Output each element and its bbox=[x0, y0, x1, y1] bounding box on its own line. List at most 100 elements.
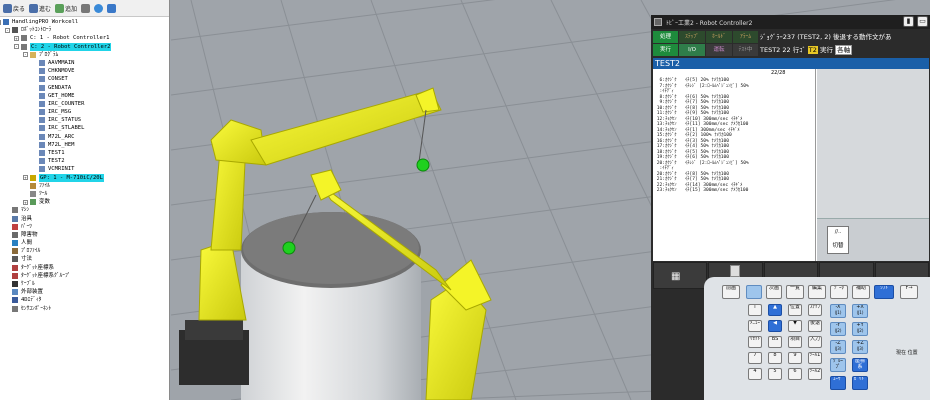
tree-item[interactable]: 寸法 bbox=[0, 255, 169, 263]
key-guide[interactable]: ｶﾞｲﾄﾞ bbox=[852, 376, 868, 390]
tree-item[interactable]: + GP: 1 - M-710iC/20L bbox=[0, 173, 169, 182]
tree-item[interactable]: ﾌﾟﾛﾌｧｲﾙ bbox=[0, 247, 169, 255]
tree-item[interactable]: GENDATA bbox=[0, 84, 169, 92]
key-list[interactable]: 一覧 bbox=[786, 285, 804, 299]
key-5[interactable]: 5 bbox=[768, 368, 782, 380]
key-assist[interactable]: 補助 bbox=[852, 285, 870, 299]
tree-item[interactable]: 人間 bbox=[0, 239, 169, 247]
collapse-icon[interactable]: - bbox=[0, 19, 1, 25]
refresh-button[interactable] bbox=[93, 1, 104, 15]
tree-item[interactable]: CHKNMOVE bbox=[0, 67, 169, 75]
tree-item[interactable]: IRC_MSG bbox=[0, 108, 169, 116]
key-reset[interactable]: ﾘｾｯﾄ bbox=[748, 336, 762, 348]
key-tool2[interactable]: ﾂｰﾙ2 bbox=[808, 368, 822, 380]
key-user[interactable]: ﾕｰｻﾞ bbox=[830, 376, 846, 390]
key-9[interactable]: 9 bbox=[788, 352, 802, 364]
key-coord[interactable]: 座標系 bbox=[852, 358, 868, 372]
target-ball-1[interactable] bbox=[416, 158, 430, 172]
key-next[interactable]: 次画 bbox=[766, 285, 782, 299]
expand-icon[interactable]: + bbox=[14, 35, 19, 41]
program-line[interactable]: 23:ﾁｮｸｾﾝ ｲﾁ[15] 300mm/sec ﾅﾒﾗｶ100 bbox=[654, 188, 749, 194]
key-arrow-left[interactable]: ◀ bbox=[768, 320, 782, 332]
tree-item[interactable]: IRC_COUNTER bbox=[0, 100, 169, 108]
key-jog-minus-y[interactable]: -Y (J2) bbox=[830, 322, 846, 336]
back-button[interactable]: 戻る bbox=[2, 1, 26, 15]
tree-item[interactable]: M72L_HEM bbox=[0, 141, 169, 149]
tree-item[interactable]: M72L_ARC bbox=[0, 133, 169, 141]
workcell-tree[interactable]: -HandlingPRO Workcell-ﾛﾎﾞｯﾄｺﾝﾄﾛｰﾗ+C: 1 -… bbox=[0, 17, 169, 313]
tree-item[interactable]: ﾌｧｲﾙ bbox=[0, 182, 169, 190]
tree-item[interactable]: + 変数 bbox=[0, 198, 169, 206]
tree-item[interactable]: + C: 1 - Robot Controller1 bbox=[0, 34, 169, 42]
key-item[interactable]: 項目 bbox=[788, 336, 802, 348]
tree-item[interactable]: - C: 2 - Robot Controller2 bbox=[0, 42, 169, 51]
tree-item[interactable]: 障害物 bbox=[0, 231, 169, 239]
collapse-icon[interactable]: - bbox=[5, 27, 10, 33]
forward-button[interactable]: 進む bbox=[28, 1, 52, 15]
tree-item[interactable]: TEST2 bbox=[0, 157, 169, 165]
fkey-menu[interactable]: ▦ bbox=[653, 262, 708, 289]
program-icon bbox=[39, 166, 45, 173]
target-ball-2[interactable] bbox=[282, 241, 296, 255]
tree-item[interactable]: 外部装置 bbox=[0, 288, 169, 296]
key-menu[interactable]: ﾒﾆｭｰ bbox=[748, 320, 762, 332]
tree-item[interactable]: ﾂｰﾙ bbox=[0, 190, 169, 198]
tree-item[interactable]: GET_HOME bbox=[0, 92, 169, 100]
program-line-text: 23:ﾁｮｸｾﾝ ｲﾁ[15] 300mm/sec ﾅﾒﾗｶ100 bbox=[654, 188, 749, 193]
key-6[interactable]: 6 bbox=[788, 368, 802, 380]
switch-button[interactable]: //.. 切替 bbox=[827, 226, 849, 254]
tree-item[interactable]: ﾀｰｹﾞｯﾄ座標系 bbox=[0, 264, 169, 272]
tree-item[interactable]: - HandlingPRO Workcell bbox=[0, 18, 169, 26]
key-jog-plus-z[interactable]: +Z (J3) bbox=[852, 340, 868, 354]
tree-item[interactable]: AAVMMAIN bbox=[0, 59, 169, 67]
tree-item[interactable]: TEST1 bbox=[0, 149, 169, 157]
tree-item[interactable]: ﾊﾟｰﾂ bbox=[0, 223, 169, 231]
program-icon bbox=[39, 158, 45, 165]
key-jog-plus-x[interactable]: +X (J1) bbox=[852, 304, 868, 318]
collapse-icon[interactable]: - bbox=[23, 52, 28, 58]
expand-icon[interactable]: + bbox=[23, 199, 28, 205]
key-enter[interactable]: 入力 bbox=[808, 336, 822, 348]
key-7[interactable]: 7 bbox=[748, 352, 762, 364]
tree-item[interactable]: IRC_STATUS bbox=[0, 116, 169, 124]
key-step[interactable]: ｽﾃｯﾌ bbox=[808, 304, 822, 316]
key-back[interactable]: 後退 bbox=[808, 320, 822, 332]
expand-icon[interactable]: + bbox=[23, 175, 28, 181]
trash-icon[interactable]: ▮ bbox=[903, 16, 914, 27]
keyboard-icon[interactable]: ▭ bbox=[917, 16, 928, 27]
tree-item[interactable]: - ﾛﾎﾞｯﾄｺﾝﾄﾛｰﾗ bbox=[0, 26, 169, 34]
tree-item[interactable]: ｾﾝｻｺﾝﾎﾟｰﾈﾝﾄ bbox=[0, 305, 169, 313]
key-jog-plus-y[interactable]: +Y (J2) bbox=[852, 322, 868, 336]
key-arrow-up[interactable]: ▲ bbox=[768, 304, 782, 316]
tree-item[interactable]: - ﾌﾟﾛｸﾞﾗﾑ bbox=[0, 51, 169, 59]
key-edit[interactable]: 編集 bbox=[808, 285, 826, 299]
tree-item[interactable]: CONSET bbox=[0, 75, 169, 83]
add-button[interactable]: 追加 bbox=[54, 1, 78, 15]
collapse-icon[interactable]: - bbox=[14, 44, 19, 50]
key-prev[interactable]: 前画 bbox=[722, 285, 740, 299]
key-bs[interactable]: BS bbox=[768, 336, 782, 348]
key-info[interactable]: i bbox=[748, 304, 762, 316]
tree-item[interactable]: ﾀｰｹﾞｯﾄ座標系ｸﾞﾙｰﾌﾟ bbox=[0, 272, 169, 280]
key-8[interactable]: 8 bbox=[768, 352, 782, 364]
key-4[interactable]: 4 bbox=[748, 368, 762, 380]
key-pos[interactable]: 位置 bbox=[788, 304, 802, 316]
key-jog-minus-x[interactable]: -X (J1) bbox=[830, 304, 846, 318]
tree-item[interactable]: 4Dｴﾃﾞｨﾀ bbox=[0, 296, 169, 304]
key-arrow-down[interactable]: ▼ bbox=[788, 320, 802, 332]
key-data[interactable]: ﾃﾞｰﾀ bbox=[830, 285, 848, 299]
tree-item[interactable]: 治具 bbox=[0, 215, 169, 223]
help-button[interactable] bbox=[106, 1, 117, 15]
key-shift[interactable]: ｼﾌﾄ bbox=[874, 285, 894, 299]
tree-item[interactable]: ﾏｼﾝ bbox=[0, 206, 169, 214]
tree-item[interactable]: ｹｰﾌﾞﾙ bbox=[0, 280, 169, 288]
key-blank[interactable] bbox=[746, 285, 762, 299]
tree-item[interactable]: VCMRINIT bbox=[0, 165, 169, 173]
pin-button[interactable] bbox=[80, 1, 91, 15]
key-fwd[interactable]: F→ bbox=[900, 285, 918, 299]
key-group[interactable]: ｸﾞﾙｰﾌﾟ bbox=[830, 358, 846, 372]
program-listing[interactable]: 22/28 6:ｶｸｼﾞｸ ｲﾁ[5] 20% ﾅﾒﾗｶ100 7:ｶｸｼﾞｸ … bbox=[653, 69, 816, 261]
tree-item[interactable]: IRC_STLABEL bbox=[0, 124, 169, 132]
key-jog-minus-z[interactable]: -Z (J3) bbox=[830, 340, 846, 354]
key-tool1[interactable]: ﾂｰﾙ1 bbox=[808, 352, 822, 364]
